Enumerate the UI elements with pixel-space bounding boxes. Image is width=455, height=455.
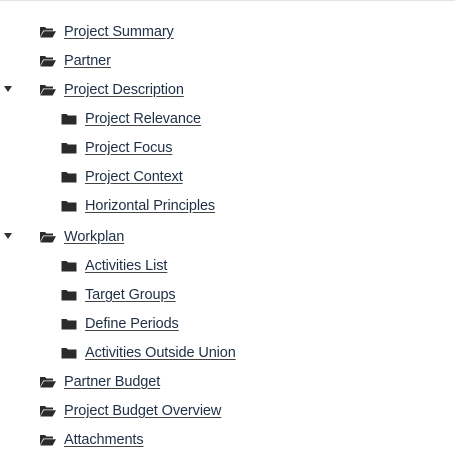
- folder-icon: [61, 318, 77, 330]
- tree-item-label[interactable]: Activities Outside Union: [85, 345, 236, 361]
- folder-icon: [61, 171, 77, 183]
- tree-item-define-periods[interactable]: Define Periods: [61, 312, 179, 336]
- tree-item-project-context[interactable]: Project Context: [61, 165, 183, 189]
- tree-item-label[interactable]: Partner Budget: [64, 374, 160, 390]
- folder-icon: [61, 113, 77, 125]
- folder-open-icon: [40, 55, 56, 67]
- tree-item-workplan[interactable]: Workplan: [40, 225, 124, 249]
- tree-item-label[interactable]: Project Relevance: [85, 111, 201, 127]
- folder-open-icon: [40, 84, 56, 96]
- tree-item-partner-budget[interactable]: Partner Budget: [40, 370, 160, 394]
- tree-item-label[interactable]: Project Summary: [64, 24, 174, 40]
- tree-item-activities-outside-union[interactable]: Activities Outside Union: [61, 341, 236, 365]
- folder-open-icon: [40, 376, 56, 388]
- tree-item-project-budget-overview[interactable]: Project Budget Overview: [40, 399, 221, 423]
- folder-icon: [61, 260, 77, 272]
- tree-item-label[interactable]: Attachments: [64, 432, 144, 448]
- folder-open-icon: [40, 434, 56, 446]
- folder-open-icon: [40, 405, 56, 417]
- tree-item-target-groups[interactable]: Target Groups: [61, 283, 176, 307]
- tree-item-project-focus[interactable]: Project Focus: [61, 136, 172, 160]
- tree-item-attachments[interactable]: Attachments: [40, 428, 144, 452]
- tree-item-label[interactable]: Define Periods: [85, 316, 179, 332]
- tree-item-project-description[interactable]: Project Description: [40, 78, 184, 102]
- expand-caret-icon[interactable]: [4, 86, 12, 92]
- folder-icon: [61, 200, 77, 212]
- tree-item-project-relevance[interactable]: Project Relevance: [61, 107, 201, 131]
- tree-item-label[interactable]: Target Groups: [85, 287, 176, 303]
- tree-item-activities-list[interactable]: Activities List: [61, 254, 167, 278]
- tree-item-project-summary[interactable]: Project Summary: [40, 20, 174, 44]
- folder-icon: [61, 289, 77, 301]
- tree-item-label[interactable]: Activities List: [85, 258, 167, 274]
- folder-open-icon: [40, 231, 56, 243]
- folder-icon: [61, 142, 77, 154]
- tree-item-label[interactable]: Partner: [64, 53, 111, 69]
- tree-item-label[interactable]: Project Description: [64, 82, 184, 98]
- folder-open-icon: [40, 26, 56, 38]
- tree-item-label[interactable]: Workplan: [64, 229, 124, 245]
- tree-item-horizontal-principles[interactable]: Horizontal Principles: [61, 194, 215, 218]
- tree-item-label[interactable]: Project Focus: [85, 140, 172, 156]
- folder-icon: [61, 347, 77, 359]
- tree-item-label[interactable]: Horizontal Principles: [85, 198, 215, 214]
- expand-caret-icon[interactable]: [4, 233, 12, 239]
- tree-item-label[interactable]: Project Budget Overview: [64, 403, 221, 419]
- tree-item-partner[interactable]: Partner: [40, 49, 111, 73]
- navigation-panel: Project Summary Partner Project Descript…: [0, 0, 455, 455]
- tree-item-label[interactable]: Project Context: [85, 169, 183, 185]
